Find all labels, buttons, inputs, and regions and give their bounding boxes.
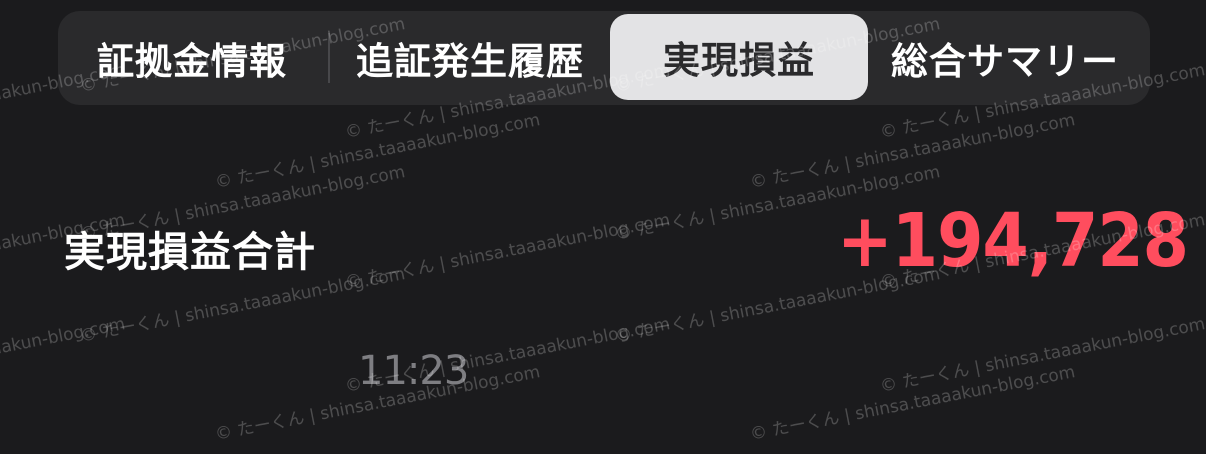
watermark: © たーくん | shinsa.taaaakun-blog.com bbox=[878, 314, 1206, 397]
watermark: © たーくん | shinsa.taaaakun-blog.com bbox=[748, 362, 1077, 445]
screen: 証拠金情報 追証発生履歴 実現損益 総合サマリー 実現損益合計 +194,728… bbox=[0, 0, 1206, 454]
tab-margin-call-history[interactable]: 追証発生履歴 bbox=[330, 11, 610, 105]
watermark: © たーくん | shinsa.taaaakun-blog.com bbox=[748, 110, 1077, 193]
tab-realized-pnl[interactable]: 実現損益 bbox=[610, 14, 868, 100]
segmented-tab-bar: 証拠金情報 追証発生履歴 実現損益 総合サマリー bbox=[58, 11, 1150, 105]
watermark: © たーくん | shinsa.taaaakun-blog.com bbox=[0, 314, 127, 397]
watermark: © たーくん | shinsa.taaaakun-blog.com bbox=[213, 110, 542, 193]
realized-pnl-total-label: 実現損益合計 bbox=[64, 228, 316, 276]
watermark: © たーくん | shinsa.taaaakun-blog.com bbox=[343, 210, 672, 293]
tab-margin-info[interactable]: 証拠金情報 bbox=[58, 11, 326, 105]
timestamp: 11:23 bbox=[358, 348, 469, 394]
tab-overall-summary[interactable]: 総合サマリー bbox=[870, 11, 1140, 105]
realized-pnl-total-value: +194,728 bbox=[836, 198, 1189, 284]
